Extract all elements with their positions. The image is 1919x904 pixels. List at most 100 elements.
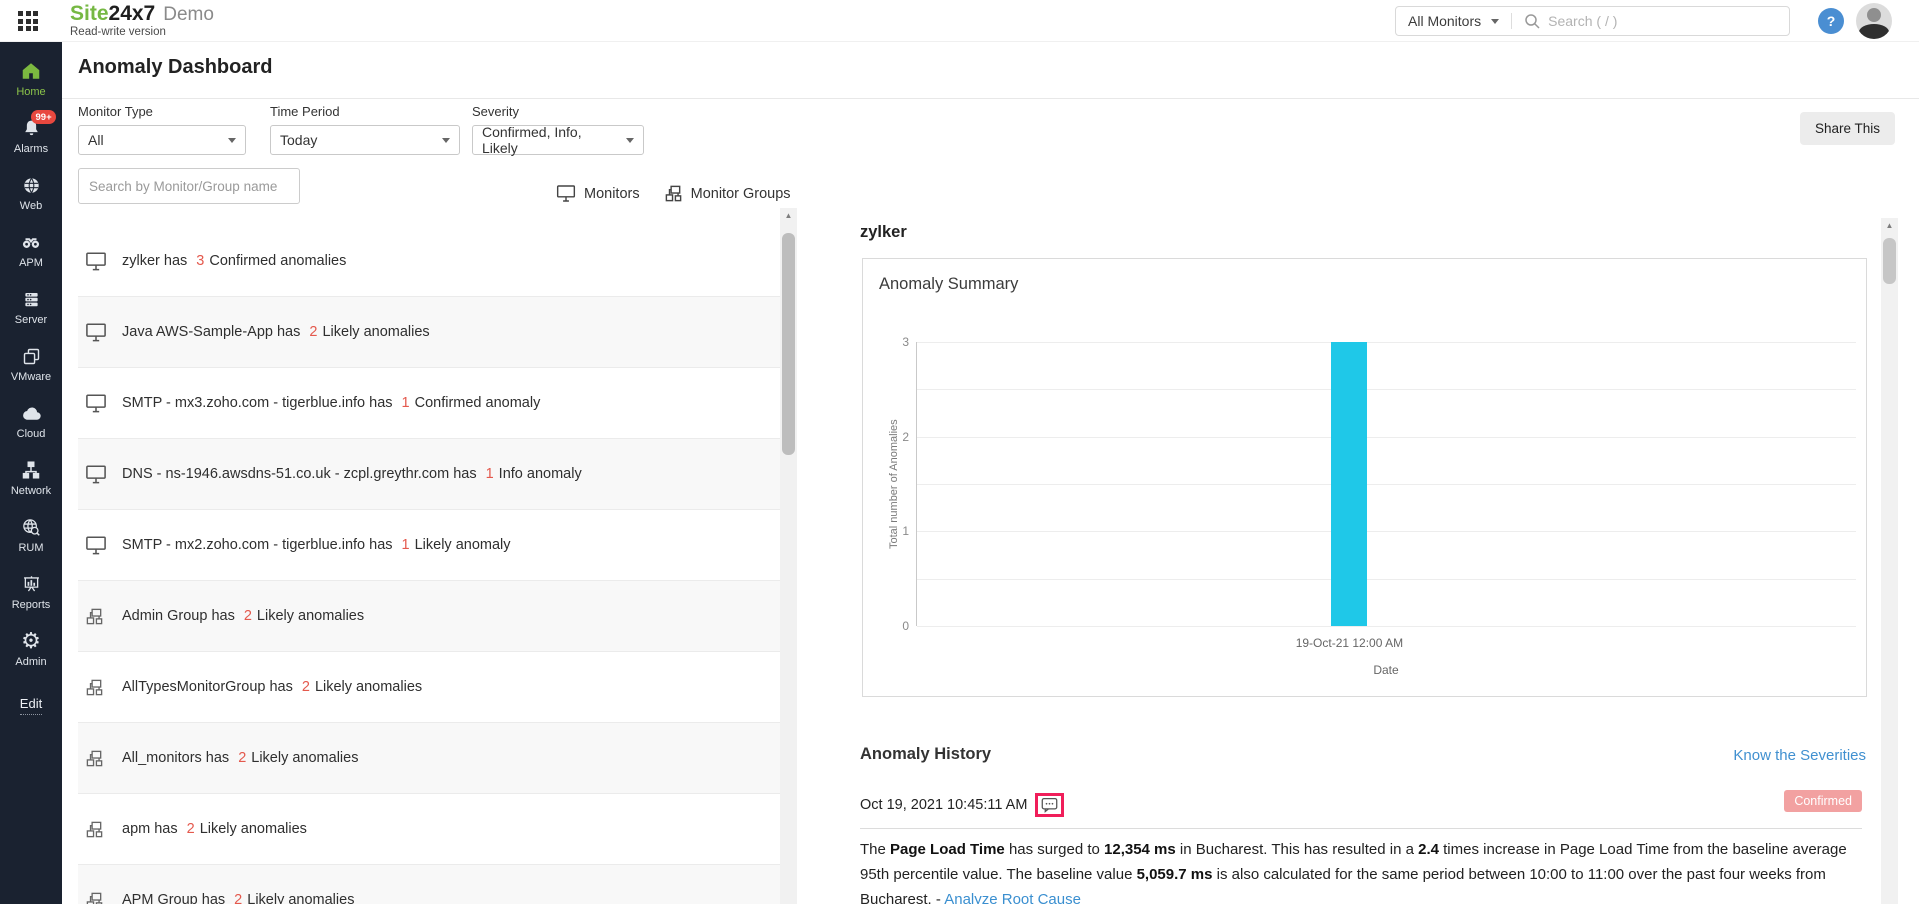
sidebar-item-rum[interactable]: RUM — [0, 506, 62, 563]
tab-monitor-groups[interactable]: Monitor Groups — [664, 184, 791, 203]
sidebar-item-label: APM — [19, 257, 43, 269]
monitor-group-search-input[interactable] — [78, 168, 300, 204]
anomaly-count: 3 — [196, 253, 204, 269]
list-item-text: DNS - ns-1946.awsdns-51.co.uk - zcpl.gre… — [122, 466, 582, 482]
share-this-button[interactable]: Share This — [1800, 112, 1895, 145]
list-item-text: SMTP - mx3.zoho.com - tigerblue.info has… — [122, 395, 540, 411]
list-item[interactable]: apm has2Likely anomalies — [78, 794, 780, 865]
tab-label: Monitors — [584, 186, 640, 202]
sidebar-item-alarms[interactable]: 99+Alarms — [0, 107, 62, 164]
list-item[interactable]: SMTP - mx3.zoho.com - tigerblue.info has… — [78, 368, 780, 439]
timestamp-text: Oct 19, 2021 10:45:11 AM — [860, 797, 1027, 813]
y-axis-tick: 1 — [887, 524, 909, 538]
divider — [62, 98, 1919, 99]
list-item[interactable]: DNS - ns-1946.awsdns-51.co.uk - zcpl.gre… — [78, 439, 780, 510]
filter-severity: Severity Confirmed, Info, Likely — [472, 104, 644, 155]
description-text: Page Load Time — [890, 841, 1005, 858]
brand-num: 24x7 — [109, 2, 156, 25]
brand-site: Site — [70, 2, 109, 25]
description-text: 5,059.7 ms — [1137, 866, 1213, 883]
search-input[interactable]: Search ( / ) — [1548, 13, 1617, 29]
filter-bar: Monitor Type All Time Period Today Sever… — [78, 104, 668, 155]
annotation-highlight-box — [1035, 793, 1064, 817]
app-grid-icon[interactable] — [18, 11, 38, 31]
sidebar-item-admin[interactable]: ⚙Admin — [0, 620, 62, 677]
sidebar-item-edit[interactable]: Edit — [0, 677, 62, 734]
list-item[interactable]: APM Group has2Likely anomalies — [78, 865, 780, 904]
sidebar-item-vmware[interactable]: VMware — [0, 335, 62, 392]
monitor-icon — [85, 464, 107, 484]
vmware-icon — [19, 344, 43, 368]
anomaly-event-timestamp: Oct 19, 2021 10:45:11 AM — [860, 793, 1064, 817]
filter-monitor-type: Monitor Type All — [78, 104, 246, 155]
list-item[interactable]: SMTP - mx2.zoho.com - tigerblue.info has… — [78, 510, 780, 581]
avatar-head — [1867, 8, 1881, 22]
list-item[interactable]: zylker has3Confirmed anomalies — [78, 226, 780, 297]
gridline — [917, 579, 1856, 580]
monitor-type-select[interactable]: All — [78, 125, 246, 155]
list-item-text: Admin Group has2Likely anomalies — [122, 608, 364, 624]
monitor-group-icon — [85, 749, 104, 768]
list-item-text: All_monitors has2Likely anomalies — [122, 750, 358, 766]
sidebar-item-reports[interactable]: Reports — [0, 563, 62, 620]
avatar-torso — [1859, 24, 1889, 39]
sidebar-item-apm[interactable]: APM — [0, 221, 62, 278]
monitor-group-icon — [664, 184, 683, 203]
time-period-select[interactable]: Today — [270, 125, 460, 155]
sidebar-item-network[interactable]: Network — [0, 449, 62, 506]
gear-icon: ⚙ — [19, 629, 43, 653]
chevron-down-icon — [442, 138, 450, 143]
home-icon — [19, 59, 43, 83]
help-button[interactable]: ? — [1818, 8, 1844, 34]
anomaly-history-title: Anomaly History — [860, 745, 991, 764]
scrollbar-thumb[interactable] — [782, 233, 795, 455]
sidebar-nav: Home99+AlarmsWeb APM Server VMware CloudNetw… — [0, 42, 62, 904]
globe-icon — [19, 173, 43, 197]
global-search: All Monitors Search ( / ) — [1395, 6, 1790, 36]
anomaly-count: 2 — [238, 750, 246, 766]
view-tabs: Monitors Monitor Groups — [556, 184, 791, 203]
severity-select[interactable]: Confirmed, Info, Likely — [472, 125, 644, 155]
analyze-root-cause-link[interactable]: Analyze Root Cause — [944, 891, 1081, 904]
list-item-text: zylker has3Confirmed anomalies — [122, 253, 346, 269]
filter-label: Severity — [472, 104, 644, 119]
gridline — [917, 626, 1856, 627]
monitor-icon — [556, 184, 576, 203]
scroll-up-icon[interactable]: ▲ — [1881, 218, 1898, 234]
anomaly-summary-card: Anomaly Summary Total number of Anomalie… — [862, 258, 1867, 697]
scrollbar-thumb[interactable] — [1883, 238, 1896, 284]
list-item[interactable]: Java AWS-Sample-App has2Likely anomalies — [78, 297, 780, 368]
reports-icon — [19, 572, 43, 596]
tab-label: Monitor Groups — [691, 186, 791, 202]
sidebar-item-label: VMware — [11, 371, 51, 383]
chart-y-axis-label: Total number of Anomalies — [887, 342, 901, 626]
user-avatar[interactable] — [1856, 3, 1892, 39]
chart-x-axis-label: Date — [916, 663, 1856, 677]
sidebar-item-home[interactable]: Home — [0, 50, 62, 107]
monitor-list-scrollbar[interactable]: ▲ — [780, 208, 797, 904]
gridline — [917, 389, 1856, 390]
tab-monitors[interactable]: Monitors — [556, 184, 640, 203]
list-item-text: Java AWS-Sample-App has2Likely anomalies — [122, 324, 430, 340]
list-item[interactable]: All_monitors has2Likely anomalies — [78, 723, 780, 794]
anomaly-bar[interactable] — [1331, 342, 1367, 626]
list-item[interactable]: AllTypesMonitorGroup has2Likely anomalie… — [78, 652, 780, 723]
server-icon — [19, 287, 43, 311]
sidebar-item-cloud[interactable]: Cloud — [0, 392, 62, 449]
list-item[interactable]: Admin Group has2Likely anomalies — [78, 581, 780, 652]
know-the-severities-link[interactable]: Know the Severities — [1733, 747, 1866, 764]
description-text: 2.4 — [1418, 841, 1439, 858]
monitor-icon — [85, 251, 107, 271]
filter-label: Monitor Type — [78, 104, 246, 119]
filter-label: Time Period — [270, 104, 460, 119]
detail-panel-scrollbar[interactable]: ▲ — [1881, 218, 1898, 904]
gridline — [917, 342, 1856, 343]
comment-icon[interactable] — [1041, 797, 1058, 813]
sidebar-item-server[interactable]: Server — [0, 278, 62, 335]
monitor-icon — [85, 535, 107, 555]
monitor-scope-dropdown[interactable]: All Monitors — [1408, 13, 1481, 29]
sidebar-item-web[interactable]: Web — [0, 164, 62, 221]
monitor-icon — [85, 322, 107, 342]
sidebar-item-label: Alarms — [14, 143, 48, 155]
scroll-up-icon[interactable]: ▲ — [780, 208, 797, 224]
